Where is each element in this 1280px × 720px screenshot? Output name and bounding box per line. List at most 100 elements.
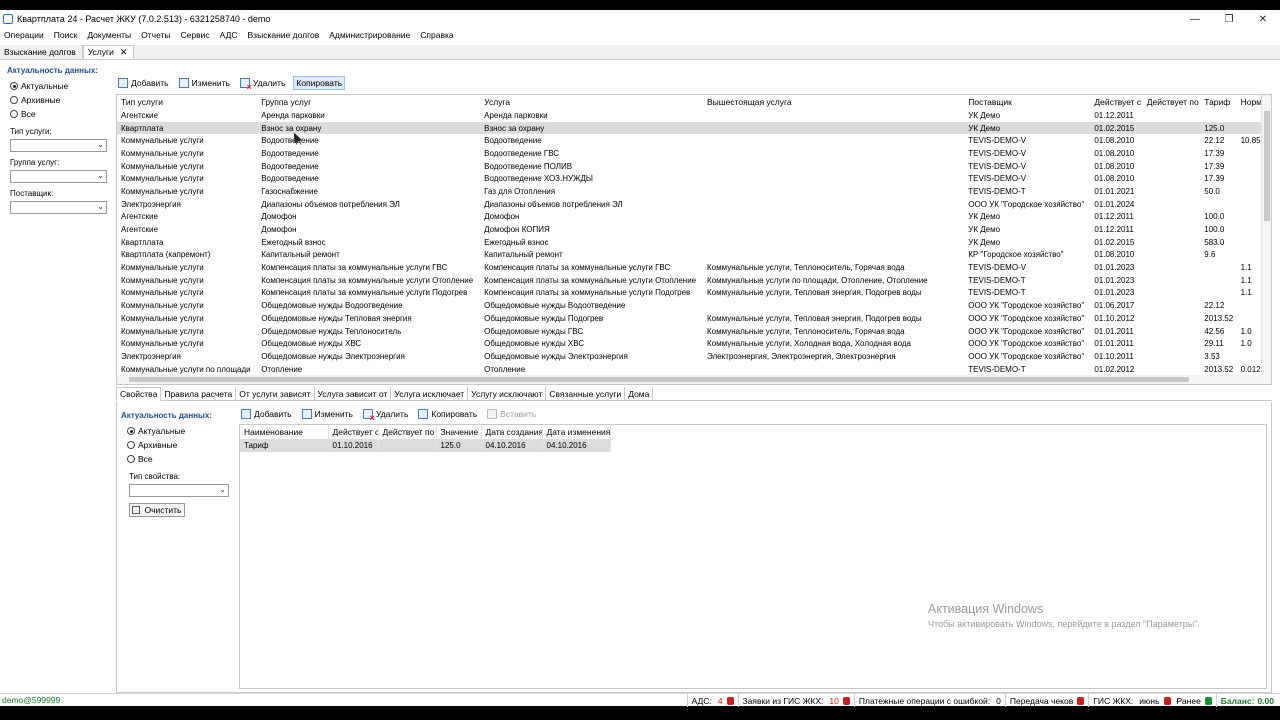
scroll-thumb[interactable] (1264, 111, 1270, 221)
col-tariff[interactable]: Тариф (1200, 95, 1236, 109)
menu-help[interactable]: Справка (415, 30, 458, 40)
paste-property-button[interactable]: Вставить (485, 407, 538, 421)
col-service-group[interactable]: Группа услуг (257, 95, 480, 109)
tab-properties[interactable]: Свойства (116, 387, 162, 401)
table-row[interactable]: Коммунальные услуги Компенсация платы за … (117, 287, 1271, 300)
table-row[interactable]: Коммунальные услуги по площади Отопление О… (117, 363, 1271, 376)
tab-debt-collection[interactable]: Взыскание долгов (0, 45, 83, 59)
table-row[interactable]: Электроэнергия Общедомовые нужды Электроэ… (117, 350, 1271, 363)
col-name[interactable]: Наименование (240, 425, 329, 439)
status-balance: Баланс: 0.00 (1215, 694, 1278, 707)
menu-ads[interactable]: АДС (215, 30, 243, 40)
status-gis[interactable]: ГИС ЖКХ: июнь Ранее (1088, 694, 1216, 707)
col-valid-to[interactable]: Действует по (378, 425, 437, 439)
supplier-select[interactable]: ⌄ (10, 201, 107, 214)
col-service-type[interactable]: Тип услуги (117, 95, 257, 109)
table-row[interactable]: Квартплата (капремонт) Капитальный ремонт… (117, 249, 1271, 262)
col-modified[interactable]: Дата изменения (542, 425, 611, 439)
table-row[interactable]: Коммунальные услуги Общедомовые нужды Теп… (117, 312, 1271, 325)
status-gis-requests[interactable]: Заявки из ГИС ЖКХ: 10 (737, 694, 854, 707)
table-row[interactable]: Коммунальные услуги Водоотведение Водоотве… (117, 160, 1271, 173)
radio-unchecked-icon (10, 96, 18, 104)
copy-property-button[interactable]: Копировать (416, 407, 479, 421)
table-row[interactable]: Коммунальные услуги Водоотведение Водоотве… (117, 147, 1271, 160)
col-value[interactable]: Значение (436, 425, 482, 439)
close-tab-icon[interactable]: ✕ (120, 47, 128, 58)
table-row[interactable]: Коммунальные услуги Газоснабжение Газ для … (117, 185, 1271, 198)
tab-label: Услуги (87, 47, 114, 57)
radio-actual[interactable]: Актуальные (10, 79, 112, 93)
tab-excluded-by[interactable]: Услугу исключают (468, 387, 547, 401)
copy-button[interactable]: Копировать (293, 76, 346, 90)
radio-archive[interactable]: Архивные (127, 438, 233, 452)
service-group-select[interactable]: ⌄ (10, 170, 107, 183)
tab-label: Услуга исключает (394, 389, 465, 399)
add-property-button[interactable]: Добавить (239, 407, 294, 421)
radio-actual[interactable]: Актуальные (127, 424, 233, 438)
table-cell: 01.10.2012 (1094, 313, 1135, 323)
table-row[interactable]: Коммунальные услуги Общедомовые нужды ХВС… (117, 337, 1271, 350)
add-button[interactable]: Добавить (116, 76, 171, 90)
table-row[interactable]: Коммунальные услуги Водоотведение Водоотве… (117, 172, 1271, 185)
menu-administration[interactable]: Администрирование (324, 30, 415, 40)
tab-dependents[interactable]: От услуги зависят (236, 387, 315, 401)
table-row[interactable]: Квартплата Взнос за охрану Взнос за охрану… (117, 121, 1271, 135)
col-parent-service[interactable]: Вышестоящая услуга (703, 95, 964, 109)
minimize-button[interactable]: — (1178, 10, 1212, 28)
menu-operations[interactable]: Операции (0, 30, 49, 40)
table-cell: 01.08.2010 (1094, 161, 1135, 171)
menu-service[interactable]: Сервис (176, 30, 215, 40)
delete-button[interactable]: Удалить (238, 76, 287, 92)
app-window: Квартплата 24 - Расчет ЖКУ (7.0.2.513) -… (0, 10, 1280, 707)
table-cell: TEVIS-DEMO-V (968, 148, 1027, 158)
table-row[interactable]: Квартплата Ежегодный взнос Ежегодный взнос… (117, 236, 1271, 249)
tab-calc-rules[interactable]: Правила расчета (161, 387, 237, 401)
status-value: 10 (829, 695, 839, 706)
status-ads[interactable]: АДС: 4 (686, 694, 738, 707)
col-supplier[interactable]: Поставщик (964, 95, 1090, 109)
table-row[interactable]: Коммунальные услуги Компенсация платы за … (117, 261, 1271, 274)
tab-excludes[interactable]: Услуга исключает (391, 387, 469, 401)
service-type-select[interactable]: ⌄ (10, 139, 107, 152)
menu-search[interactable]: Поиск (49, 30, 83, 40)
table-row[interactable]: Тариф 01.10.2016 125.0 04.10.2016 04.10.2016 (240, 439, 611, 452)
maximize-button[interactable]: ❐ (1212, 10, 1246, 28)
table-cell: TEVIS-DEMO-T (968, 288, 1026, 298)
table-cell: Коммунальные услуги, Тепловая энергия, П… (707, 313, 922, 323)
tab-houses[interactable]: Дома (625, 387, 654, 401)
horizontal-scrollbar[interactable] (117, 375, 1271, 384)
table-row[interactable]: Коммунальные услуги Общедомовые нужды Теп… (117, 325, 1271, 338)
property-type-select[interactable]: ⌄ (129, 484, 229, 497)
edit-property-button[interactable]: Изменить (300, 407, 355, 421)
table-row[interactable]: Коммунальные услуги Общедомовые нужды Вод… (117, 299, 1271, 312)
menu-debt-collection[interactable]: Взыскание долгов (243, 30, 325, 40)
col-valid-to[interactable]: Действует по (1143, 95, 1200, 109)
close-window-button[interactable]: ✕ (1246, 10, 1280, 28)
col-created[interactable]: Дата создания (481, 425, 543, 439)
menu-documents[interactable]: Документы (82, 30, 136, 40)
table-row[interactable]: Агентские Домофон Домофон КОПИЯ УК Демо 01.1… (117, 223, 1271, 236)
radio-archive[interactable]: Архивные (10, 93, 112, 107)
col-valid-from[interactable]: Действует с (1090, 95, 1142, 109)
col-valid-from[interactable]: Действует с (328, 425, 379, 439)
col-service[interactable]: Услуга (480, 95, 703, 109)
filter-panel: Актуальность данных: Актуальные Архивные… (4, 61, 112, 214)
vertical-scrollbar[interactable] (1261, 95, 1271, 375)
radio-all[interactable]: Все (10, 107, 112, 121)
table-row[interactable]: Электроэнергия Диапазоны объемов потребле… (117, 198, 1271, 211)
delete-property-button[interactable]: Удалить (361, 407, 410, 423)
menu-reports[interactable]: Отчеты (136, 30, 175, 40)
status-receipts[interactable]: Передача чеков (1004, 694, 1088, 707)
table-row[interactable]: Коммунальные услуги Компенсация платы за … (117, 274, 1271, 287)
tab-linked[interactable]: Связанные услуги (546, 387, 626, 401)
scroll-thumb[interactable] (129, 377, 1189, 382)
radio-all[interactable]: Все (127, 452, 233, 466)
tab-depends-on[interactable]: Услуга зависит от (315, 387, 392, 401)
trash-icon (132, 506, 141, 514)
table-row[interactable]: Агентские Домофон Домофон УК Демо 01.12.2011… (117, 211, 1271, 224)
edit-button[interactable]: Изменить (177, 76, 232, 90)
clear-button[interactable]: Очистить (129, 503, 185, 517)
status-payment-errors[interactable]: Платежные операции с ошибкой: 0 (853, 694, 1005, 707)
tab-services[interactable]: Услуги ✕ (82, 45, 135, 59)
table-row[interactable]: Агентские Аренда парковки Аренда парковки У… (117, 109, 1271, 122)
